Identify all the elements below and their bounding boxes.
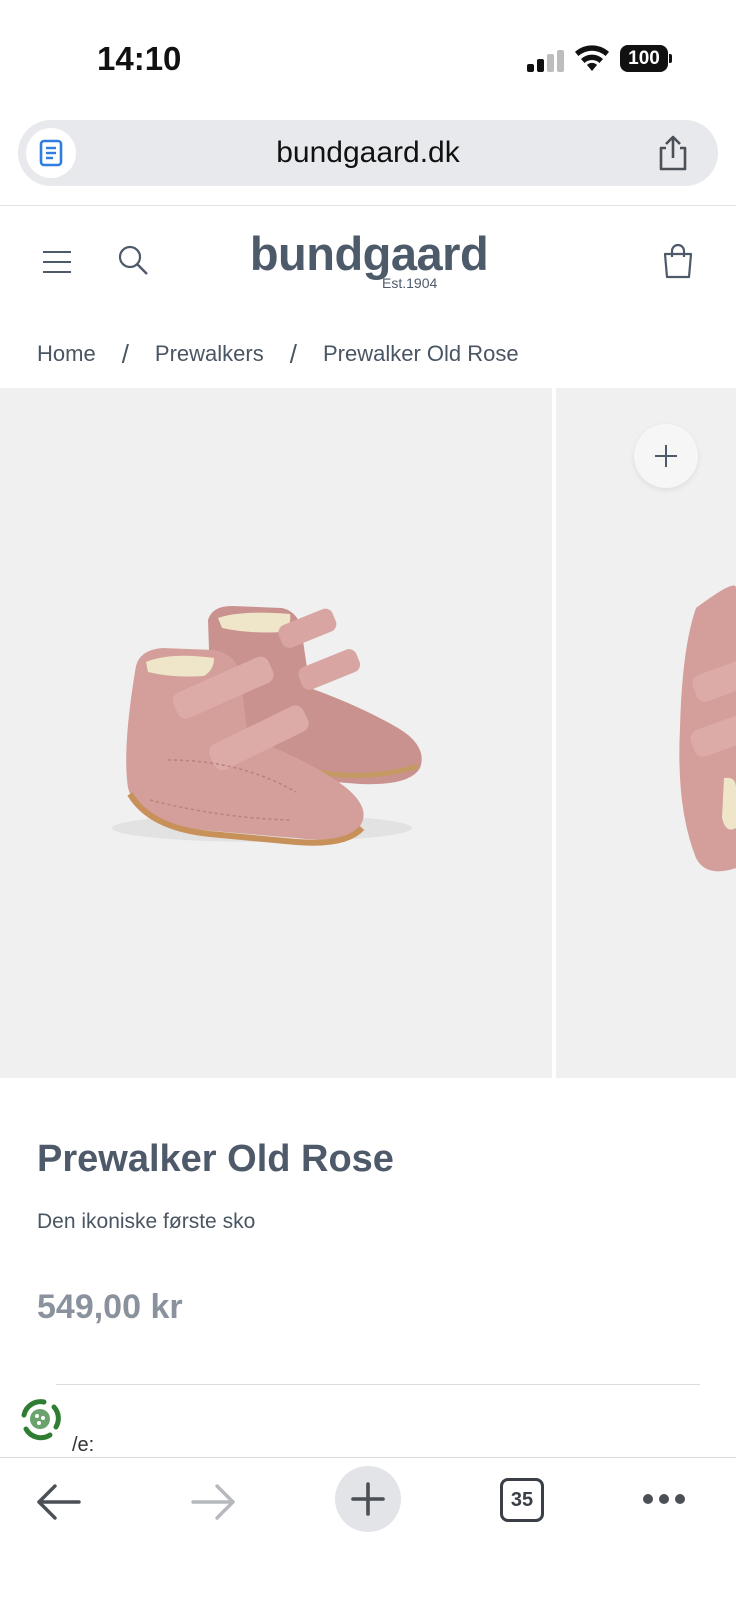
site-logo[interactable]: bundgaard Est.1904: [238, 226, 500, 292]
more-dots-icon[interactable]: [642, 1492, 686, 1506]
product-price: 549,00 kr: [37, 1288, 183, 1326]
breadcrumb-home[interactable]: Home: [37, 341, 96, 367]
battery-level: 100: [620, 45, 668, 72]
wifi-icon: [575, 45, 609, 71]
zoom-button[interactable]: [634, 424, 698, 488]
reader-icon: [39, 139, 63, 167]
tabs-count-button[interactable]: 35: [500, 1478, 544, 1522]
reader-button[interactable]: [26, 128, 76, 178]
breadcrumb-separator: /: [289, 338, 297, 369]
arrow-left-icon[interactable]: [36, 1482, 82, 1522]
product-divider: [56, 1384, 700, 1385]
plus-icon: [655, 445, 677, 467]
product-photo-shoe-closeup: [679, 585, 736, 872]
battery-tip: [669, 54, 672, 63]
browser-toolbar: 35: [0, 1457, 736, 1600]
eco-badge-icon[interactable]: [14, 1393, 66, 1445]
product-image-main[interactable]: [0, 388, 552, 1078]
arrow-right-icon[interactable]: [190, 1482, 236, 1522]
logo-wordmark: bundgaard: [249, 227, 489, 280]
shopping-bag-icon[interactable]: [662, 243, 694, 279]
address-bar[interactable]: bundgaard.dk: [18, 120, 718, 186]
battery-indicator: 100: [620, 45, 672, 72]
product-title: Prewalker Old Rose: [37, 1138, 394, 1180]
menu-icon[interactable]: [42, 248, 72, 276]
breadcrumb: Home / Prewalkers / Prewalker Old Rose: [37, 336, 519, 372]
product-image-next[interactable]: [556, 388, 736, 1078]
product-gallery[interactable]: [0, 388, 736, 1078]
search-icon[interactable]: [117, 244, 149, 276]
size-label-partial: /e:: [72, 1434, 95, 1456]
status-bar: 14:10 100: [0, 0, 736, 110]
product-photo-shoes: [112, 606, 422, 846]
product-subtitle: Den ikoniske første sko: [37, 1210, 256, 1233]
breadcrumb-separator: /: [121, 338, 129, 369]
status-time: 14:10: [97, 40, 182, 77]
url-text[interactable]: bundgaard.dk: [18, 120, 718, 186]
new-tab-button[interactable]: [335, 1466, 401, 1532]
header-divider: [0, 205, 736, 206]
signal-icon: [527, 50, 564, 72]
breadcrumb-prewalkers[interactable]: Prewalkers: [155, 341, 264, 367]
logo-tagline: Est.1904: [382, 275, 438, 291]
share-icon[interactable]: [654, 134, 692, 172]
plus-icon: [351, 1482, 385, 1516]
breadcrumb-current: Prewalker Old Rose: [322, 341, 519, 366]
